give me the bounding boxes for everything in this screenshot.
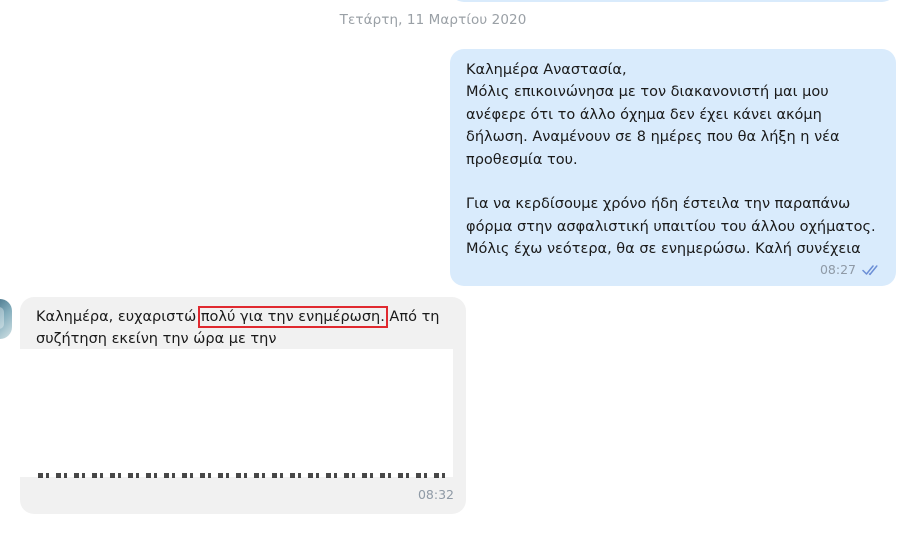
outgoing-message-text: Καλημέρα Αναστασία, Μόλις επικοινώνησα μ… <box>466 62 876 258</box>
previous-message-bubble <box>450 0 896 2</box>
incoming-text-start: Καλημέρα, ευχαριστώ <box>36 309 201 325</box>
incoming-message-meta: 08:32 <box>418 487 454 502</box>
incoming-message-text: Καλημέρα, ευχαριστώ πολύ για την ενημέρω… <box>36 306 456 351</box>
outgoing-message-bubble[interactable]: Καλημέρα Αναστασία, Μόλις επικοινώνησα μ… <box>450 49 896 286</box>
clipped-text-line <box>38 473 450 478</box>
message-timestamp: 08:32 <box>417 487 454 502</box>
redaction-mask <box>20 349 453 477</box>
message-timestamp: 08:27 <box>819 262 856 277</box>
outgoing-message-meta: 08:27 <box>820 262 882 277</box>
date-separator: Τετάρτη, 11 Μαρτίου 2020 <box>339 12 527 28</box>
contact-avatar[interactable] <box>0 299 12 339</box>
avatar-image <box>0 307 4 329</box>
highlighted-text: πολύ για την ενημέρωση. <box>197 306 388 328</box>
incoming-message-bubble[interactable]: Καλημέρα, ευχαριστώ πολύ για την ενημέρω… <box>0 297 466 514</box>
double-check-read-icon <box>862 264 882 276</box>
